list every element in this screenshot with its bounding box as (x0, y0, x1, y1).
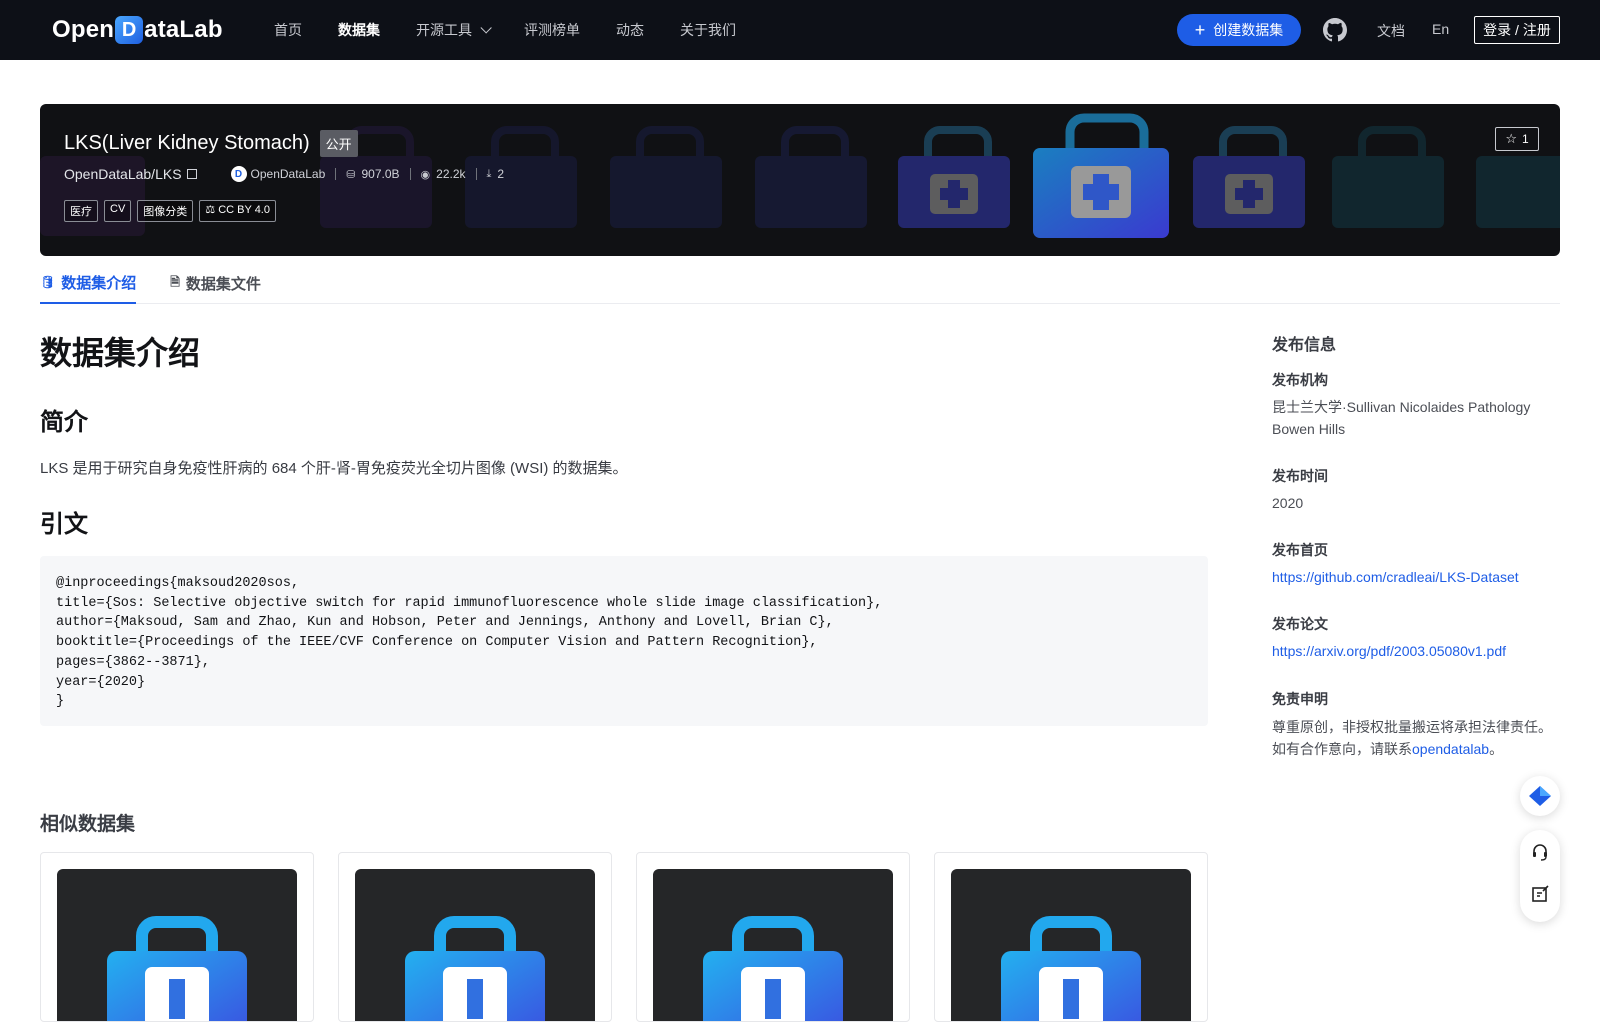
license-label: CC BY 4.0 (218, 204, 270, 216)
contact-link[interactable]: opendatalab (1412, 741, 1489, 757)
similar-dataset-card[interactable] (934, 852, 1208, 1022)
nav-item-datasets[interactable]: 数据集 (338, 20, 380, 40)
nav-item-about[interactable]: 关于我们 (680, 20, 736, 40)
dataset-meta-row: OpenDataLab/LKS D OpenDataLab ⛁ 907.0B ◉… (64, 166, 504, 182)
nav-item-open-source-tools[interactable]: 开源工具 (416, 20, 492, 40)
owner-avatar-icon: D (230, 166, 247, 182)
plus-icon: + (1194, 20, 1206, 40)
view-count: 22.2k (436, 167, 466, 181)
dataset-cover-image (57, 869, 297, 1021)
nav-item-news[interactable]: 动态 (616, 20, 644, 40)
similar-dataset-card[interactable] (338, 852, 612, 1022)
disclaimer-prefix: 如有合作意向，请联系 (1272, 741, 1412, 757)
publisher-value: 昆士兰大学·Sullivan Nicolaides Pathology Bowe… (1272, 399, 1531, 437)
release-time-label: 发布时间 (1272, 468, 1328, 484)
disclaimer-label: 免责申明 (1272, 691, 1328, 707)
logo-text-atalab: ataLab (144, 16, 223, 43)
tab-label: 数据集文件 (185, 275, 261, 293)
homepage-link[interactable]: https://github.com/cradleai/LKS-Dataset (1272, 566, 1562, 588)
dataset-path-text: OpenDataLab/LKS (64, 166, 182, 182)
opendatalab-logo[interactable]: Open D ataLab (52, 15, 223, 45)
download-icon: ⤓ (486, 167, 492, 180)
homepage-label: 发布首页 (1272, 542, 1328, 558)
feedback-edit-icon[interactable] (1530, 884, 1550, 904)
dataset-cover-image (355, 869, 595, 1021)
citation-heading: 引文 (40, 511, 88, 538)
database-icon: 🛢 (40, 275, 56, 289)
customer-service-icon[interactable] (1530, 842, 1550, 862)
star-count: 1 (1521, 132, 1529, 146)
nav-docs-link[interactable]: 文档 (1377, 21, 1405, 41)
create-dataset-button[interactable]: + 创建数据集 (1177, 14, 1301, 46)
medical-kit-icon (107, 916, 247, 1021)
paper-link[interactable]: https://arxiv.org/pdf/2003.05080v1.pdf (1272, 640, 1562, 662)
dataset-cover-image (653, 869, 893, 1021)
release-time-value: 2020 (1272, 495, 1304, 511)
divider (475, 168, 477, 180)
medical-kit-icon (1001, 916, 1141, 1021)
dataset-title: LKS(Liver Kidney Stomach) (64, 132, 310, 154)
similar-datasets-heading: 相似数据集 (40, 814, 136, 835)
page-title: 数据集介绍 (40, 335, 201, 371)
scale-icon: ⚖ (205, 204, 216, 216)
tab-label: 数据集介绍 (61, 274, 137, 292)
citation-text: @inproceedings{maksoud2020sos, title={So… (56, 576, 883, 710)
star-button[interactable]: ☆ 1 (1495, 127, 1539, 151)
visibility-badge: 公开 (319, 130, 358, 157)
tag-medical[interactable]: 医疗 (64, 200, 98, 222)
intro-text: LKS 是用于研究自身免疫性肝病的 684 个肝-肾-胃免疫荧光全切片图像 (W… (40, 460, 628, 477)
divider (409, 168, 411, 180)
language-switch[interactable]: En (1432, 21, 1449, 37)
tab-dataset-files[interactable]: 🗎 数据集文件 (170, 262, 261, 304)
download-count: 2 (497, 167, 505, 181)
disclaimer-suffix: 。 (1489, 741, 1504, 757)
copy-icon[interactable] (186, 169, 197, 179)
dataset-title-row: LKS(Liver Kidney Stomach) 公开 (64, 130, 358, 157)
floating-brand-button[interactable] (1520, 776, 1560, 816)
release-info-heading: 发布信息 (1272, 337, 1337, 354)
nav-item-leaderboard[interactable]: 评测榜单 (524, 20, 580, 40)
star-icon: ☆ (1505, 131, 1517, 146)
file-icon: 🗎 (170, 274, 180, 289)
top-navbar: Open D ataLab 首页 数据集 开源工具 评测榜单 动态 关于我们 +… (0, 0, 1600, 60)
divider (335, 168, 337, 180)
citation-code-block: @inproceedings{maksoud2020sos, title={So… (40, 556, 1208, 726)
storage-icon: ⛁ (346, 168, 356, 181)
tab-dataset-intro[interactable]: 🛢 数据集介绍 (40, 262, 137, 304)
floating-tool-panel (1520, 830, 1560, 922)
medical-kit-icon (405, 916, 545, 1021)
dataset-tabs: 🛢 数据集介绍 🗎 数据集文件 (40, 262, 1560, 304)
diamond-icon (1529, 786, 1551, 806)
logo-text-open: Open (52, 16, 115, 43)
chevron-down-icon (480, 22, 492, 34)
dataset-banner: LKS(Liver Kidney Stomach) 公开 OpenDataLab… (40, 104, 1560, 256)
intro-heading: 简介 (40, 409, 88, 436)
eye-icon: ◉ (420, 168, 431, 181)
license-tag[interactable]: ⚖ CC BY 4.0 (199, 200, 276, 222)
main-nav: 首页 数据集 开源工具 评测榜单 动态 关于我们 (274, 0, 772, 60)
github-icon[interactable] (1323, 18, 1347, 42)
tag-image-classification[interactable]: 图像分类 (137, 200, 194, 222)
similar-datasets-list (40, 852, 1232, 1022)
tag-cv[interactable]: CV (104, 200, 132, 222)
login-register-button[interactable]: 登录 / 注册 (1474, 16, 1560, 44)
dataset-size: 907.0B (361, 167, 400, 181)
disclaimer-line-2: 如有合作意向，请联系opendatalab。 (1272, 738, 1562, 760)
dataset-owner[interactable]: OpenDataLab (251, 167, 326, 181)
medical-kit-icon (703, 916, 843, 1021)
disclaimer-line-1: 尊重原创，非授权批量搬运将承担法律责任。 (1272, 719, 1552, 735)
logo-d-mark: D (115, 16, 144, 44)
publisher-label: 发布机构 (1272, 372, 1328, 388)
similar-dataset-card[interactable] (636, 852, 910, 1022)
dataset-path: OpenDataLab/LKS (64, 166, 197, 182)
nav-item-home[interactable]: 首页 (274, 20, 302, 40)
tag-list: 医疗 CV 图像分类 ⚖ CC BY 4.0 (64, 200, 282, 222)
disclaimer-text: 尊重原创，非授权批量搬运将承担法律责任。 如有合作意向，请联系opendatal… (1272, 716, 1562, 760)
create-dataset-label: 创建数据集 (1213, 22, 1284, 38)
paper-label: 发布论文 (1272, 616, 1328, 632)
dataset-cover-image (951, 869, 1191, 1021)
similar-dataset-card[interactable] (40, 852, 314, 1022)
